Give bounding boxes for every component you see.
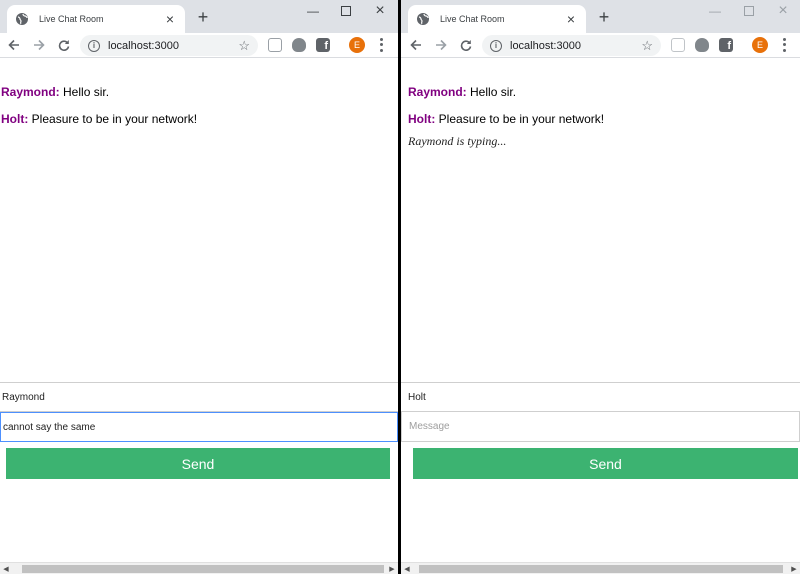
url-text: localhost:3000 (108, 39, 179, 52)
chat-message: Holt: Pleasure to be in your network! (1, 106, 398, 133)
message-input[interactable] (0, 412, 398, 442)
chat-message: Holt: Pleasure to be in your network! (408, 106, 800, 133)
shield-icon[interactable] (292, 38, 306, 52)
close-icon[interactable]: × (163, 12, 177, 26)
tab-title: Live Chat Room (39, 14, 104, 24)
send-button[interactable]: Send (6, 448, 390, 479)
star-icon[interactable]: ☆ (238, 38, 250, 54)
message-author: Holt: (1, 112, 29, 126)
tab-live-chat-room[interactable]: Live Chat Room × (408, 5, 586, 33)
facebook-icon[interactable]: f (719, 38, 733, 52)
maximize-icon[interactable] (329, 0, 363, 22)
reload-icon[interactable] (458, 37, 474, 53)
star-icon[interactable]: ☆ (641, 38, 653, 54)
browser-toolbar: i localhost:3000 ☆ f E (0, 33, 398, 58)
info-icon[interactable]: i (490, 39, 502, 52)
scroll-right-icon[interactable]: ▶ (789, 564, 799, 574)
reload-icon[interactable] (56, 37, 72, 53)
close-icon[interactable]: × (564, 12, 578, 26)
facebook-icon[interactable]: f (316, 38, 330, 52)
avatar[interactable]: E (349, 37, 365, 53)
tab-strip: Live Chat Room × + — × (0, 0, 398, 33)
message-author: Holt: (408, 112, 436, 126)
message-text: Pleasure to be in your network! (438, 112, 605, 126)
typing-indicator: Raymond is typing... (408, 134, 507, 148)
browser-window-left: Live Chat Room × + — × i localhost:3000 (0, 0, 398, 574)
horizontal-scrollbar[interactable]: ◀ ▶ (0, 562, 398, 574)
plus-icon[interactable]: + (595, 8, 613, 26)
message-text: Hello sir. (470, 85, 517, 99)
shield-icon[interactable] (695, 38, 709, 52)
browser-toolbar: i localhost:3000 ☆ f E (401, 33, 800, 58)
scroll-right-icon[interactable]: ▶ (387, 564, 397, 574)
horizontal-scrollbar[interactable]: ◀ ▶ (401, 562, 800, 574)
chat-message: Raymond: Hello sir. (408, 79, 800, 106)
avatar[interactable]: E (752, 37, 768, 53)
chat-messages: Raymond: Hello sir. Holt: Pleasure to be… (0, 79, 398, 133)
message-author: Raymond: (1, 85, 60, 99)
scroll-left-icon[interactable]: ◀ (402, 564, 412, 574)
plus-icon[interactable]: + (194, 8, 212, 26)
handle-input[interactable] (401, 382, 800, 412)
page-content: Raymond: Hello sir. Holt: Pleasure to be… (401, 59, 800, 562)
chat-messages: Raymond: Hello sir. Holt: Pleasure to be… (401, 79, 800, 149)
send-button[interactable]: Send (413, 448, 798, 479)
tab-strip: Live Chat Room × + — × (401, 0, 800, 33)
window-close-icon[interactable]: × (766, 0, 800, 22)
back-arrow-icon[interactable] (6, 37, 22, 53)
page-content: Raymond: Hello sir. Holt: Pleasure to be… (0, 59, 398, 562)
url-text: localhost:3000 (510, 39, 581, 52)
window-close-icon[interactable]: × (363, 0, 397, 22)
message-input[interactable] (401, 412, 800, 442)
globe-icon (15, 12, 29, 26)
screen: Live Chat Room × + — × i localhost:3000 (0, 0, 800, 574)
info-icon[interactable]: i (88, 39, 100, 52)
address-bar[interactable]: i localhost:3000 ☆ (482, 35, 661, 56)
more-vert-icon[interactable] (377, 37, 385, 53)
globe-icon (416, 12, 430, 26)
minimize-icon[interactable]: — (296, 0, 330, 22)
address-bar[interactable]: i localhost:3000 ☆ (80, 35, 258, 56)
more-vert-icon[interactable] (780, 37, 788, 53)
maximize-icon[interactable] (732, 0, 766, 22)
handle-input[interactable] (0, 382, 398, 412)
extension-icon[interactable] (268, 38, 282, 52)
chat-message: Raymond: Hello sir. (1, 79, 398, 106)
tab-title: Live Chat Room (440, 14, 505, 24)
forward-arrow-icon[interactable] (31, 37, 47, 53)
extension-icon[interactable] (671, 38, 685, 52)
scrollbar-thumb[interactable] (22, 565, 384, 573)
message-text: Pleasure to be in your network! (31, 112, 198, 126)
tab-live-chat-room[interactable]: Live Chat Room × (7, 5, 185, 33)
scrollbar-thumb[interactable] (419, 565, 783, 573)
back-arrow-icon[interactable] (408, 37, 424, 53)
minimize-icon[interactable]: — (698, 0, 732, 22)
scroll-left-icon[interactable]: ◀ (1, 564, 11, 574)
browser-window-right: Live Chat Room × + — × i localhost:3000 (401, 0, 800, 574)
message-text: Hello sir. (63, 85, 110, 99)
message-author: Raymond: (408, 85, 467, 99)
forward-arrow-icon[interactable] (433, 37, 449, 53)
